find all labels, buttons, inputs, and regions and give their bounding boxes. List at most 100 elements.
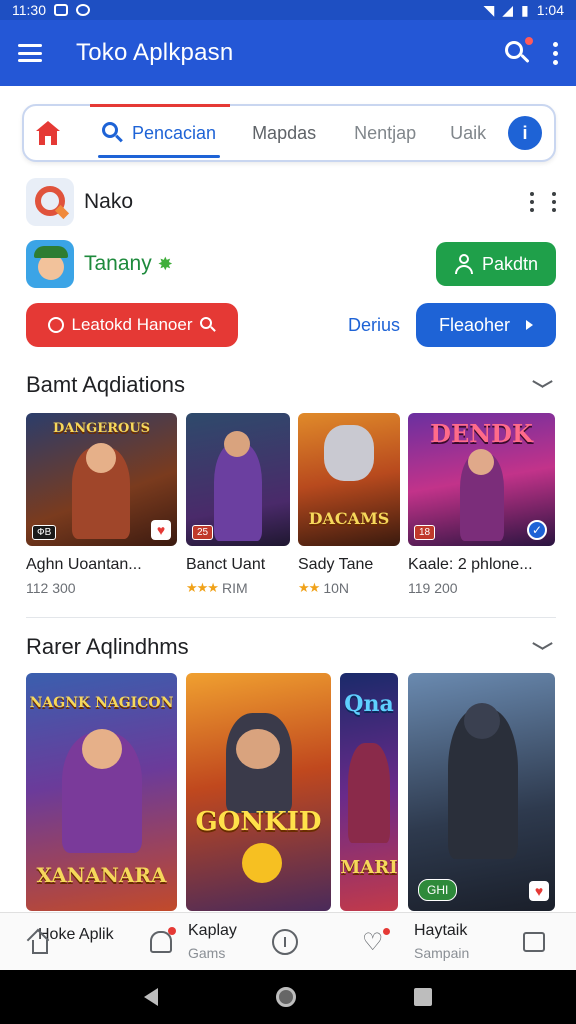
more-icon[interactable] <box>530 192 534 212</box>
tab-search-icon <box>102 122 124 144</box>
rating-stars-icon: ★★ <box>298 580 320 595</box>
tab-pencacian[interactable]: Pencacian <box>89 104 231 160</box>
nav-item-center[interactable] <box>272 913 298 971</box>
feature-card-2[interactable]: GONKID <box>186 673 331 911</box>
game-card-1-name: Aghn Uoantan... <box>26 556 142 573</box>
game-card-2-meta-row: ★★★ RIM <box>186 580 290 596</box>
nav-item-home[interactable]: Hoke Aplik <box>26 913 114 971</box>
menu-icon[interactable] <box>18 44 42 62</box>
chevron-down-icon[interactable] <box>532 379 552 391</box>
feature-card-3[interactable]: Qna MARI <box>340 673 398 911</box>
section-1-header: Bamt Aqdiations <box>26 372 552 398</box>
recents-icon[interactable] <box>414 988 432 1006</box>
bottom-nav: Hoke Aplik Kaplay Gams ♡ Haytaik Sampain <box>0 912 576 970</box>
fleaoher-button[interactable]: Fleaoher <box>416 303 556 347</box>
nav-item-haytaik-label: Haytaik <box>414 922 468 939</box>
game-card-4-name: Kaale: 2 phlone... <box>408 556 533 573</box>
section-divider <box>26 617 556 618</box>
section-1-title: Bamt Aqdiations <box>26 372 185 397</box>
user-icon <box>454 254 474 274</box>
heart-outline-icon: ♡ <box>362 927 390 957</box>
game-card-1-badge: ФВ <box>32 525 57 540</box>
game-card-2-name: Banct Uant <box>186 556 266 573</box>
tab-pencacian-label: Pencacian <box>132 122 217 143</box>
feature-card-1-art: NAGNK NAGICON XANANARA <box>26 673 177 911</box>
derius-link[interactable]: Derius <box>348 315 400 336</box>
feature-card-1-art-top: NAGNK NAGICON <box>29 695 174 711</box>
back-icon[interactable] <box>144 988 158 1006</box>
game-card-1-art: DANGEROUS ФВ ♥ <box>26 413 177 546</box>
nako-title: Nako <box>84 190 134 213</box>
feature-card-3-art-bottom: MARI <box>340 857 398 878</box>
tanany-app-icon <box>26 240 74 288</box>
battery-icon: ▮ <box>521 1 529 18</box>
feature-card-2-art: GONKID <box>186 673 331 911</box>
photo-icon <box>54 4 68 16</box>
nav-item-more[interactable] <box>523 913 545 971</box>
game-card-3[interactable]: DACAMS Sady Tane ★★ 10N <box>298 413 400 596</box>
clock-left: 11:30 <box>12 2 46 18</box>
row-tanany[interactable]: Tanany ✸ Pakdtn <box>26 240 556 288</box>
overflow-menu-icon[interactable] <box>553 41 558 65</box>
game-card-4[interactable]: DENDK 18 ✓ Kaale: 2 phlone... 119 200 <box>408 413 555 596</box>
nav-item-kaplay[interactable]: Kaplay Gams <box>150 913 237 971</box>
tab-mapdas[interactable]: Mapdas <box>252 123 316 144</box>
leatokd-button[interactable]: Leatokd Hanoer <box>26 303 238 347</box>
game-card-2-badge: 25 <box>192 525 214 540</box>
game-card-4-art-text: DENDK <box>430 419 533 448</box>
nav-item-kaplay-label: Kaplay <box>188 922 237 939</box>
game-card-2[interactable]: 25 Banct Uant ★★★ RIM <box>186 413 290 596</box>
game-card-1-art-text: DANGEROUS <box>52 421 151 436</box>
feature-card-1[interactable]: NAGNK NAGICON XANANARA <box>26 673 177 911</box>
fleaoher-label: Fleaoher <box>438 314 511 335</box>
sparkle-icon: ✸ <box>157 253 173 274</box>
nav-item-favorites[interactable]: ♡ <box>362 913 390 971</box>
tab-strip: Pencacian Mapdas Nentjap Uaik i <box>22 104 556 162</box>
clock-icon <box>272 929 298 955</box>
info-icon[interactable]: i <box>508 116 542 150</box>
signal-icon: ◢ <box>502 1 514 18</box>
pakdtn-button[interactable]: Pakdtn <box>436 242 556 286</box>
home-circle-icon[interactable] <box>276 987 296 1007</box>
heart-icon[interactable]: ♥ <box>151 520 171 540</box>
game-card-2-meta: RIM <box>221 580 248 596</box>
game-card-3-meta: 10N <box>323 580 349 596</box>
home-outline-icon <box>26 928 52 954</box>
game-card-1[interactable]: DANGEROUS ФВ ♥ Aghn Uoantan... 112 300 <box>26 413 177 596</box>
pakdtn-label: Pakdtn <box>481 253 539 274</box>
game-card-4-badge: 18 <box>414 525 436 540</box>
section-2-title: Rarer Aqlindhms <box>26 634 189 659</box>
feature-card-3-art-top: Qna <box>344 691 394 717</box>
nav-item-haytaik[interactable]: Haytaik Sampain <box>414 913 469 971</box>
game-card-3-name: Sady Tane <box>298 556 374 573</box>
heart-icon[interactable]: ♥ <box>529 881 549 901</box>
home-icon[interactable] <box>36 121 60 145</box>
feature-card-3-art: Qna MARI <box>340 673 398 911</box>
rating-stars-icon: ★★★ <box>186 580 219 595</box>
section-2-header: Rarer Aqlindhms <box>26 634 552 660</box>
row-nako[interactable]: Nako <box>26 178 556 226</box>
feature-card-4-badge: GHI <box>418 879 458 901</box>
verified-check-icon: ✓ <box>527 520 547 540</box>
search-icon[interactable] <box>503 37 533 67</box>
circle-icon <box>47 317 64 333</box>
nav-item-kaplay-sub: Gams <box>188 945 226 961</box>
chevron-down-icon[interactable] <box>532 641 552 653</box>
tab-nentjap[interactable]: Nentjap <box>354 123 416 144</box>
game-card-3-art-text: DACAMS <box>308 509 390 528</box>
feature-card-4[interactable]: GHI ♥ <box>408 673 555 911</box>
feature-card-4-art: GHI ♥ <box>408 673 555 911</box>
small-search-icon <box>200 317 217 333</box>
tab-uaik[interactable]: Uaik <box>450 123 486 144</box>
game-card-1-meta: 112 300 <box>26 580 76 596</box>
more-icon-2[interactable] <box>552 192 556 212</box>
app-bar: Toko Aplkpasn <box>0 20 576 86</box>
wifi-icon: ◥ <box>483 1 495 18</box>
action-row: Leatokd Hanoer Derius Fleaoher <box>26 303 556 347</box>
nav-item-haytaik-sub: Sampain <box>414 945 470 961</box>
app-title: Toko Aplkpasn <box>76 39 234 66</box>
system-nav-bar <box>0 970 576 1024</box>
clock-right: 1:04 <box>536 2 564 18</box>
leatokd-label: Leatokd Hanoer <box>71 315 193 334</box>
sync-icon <box>76 4 90 16</box>
